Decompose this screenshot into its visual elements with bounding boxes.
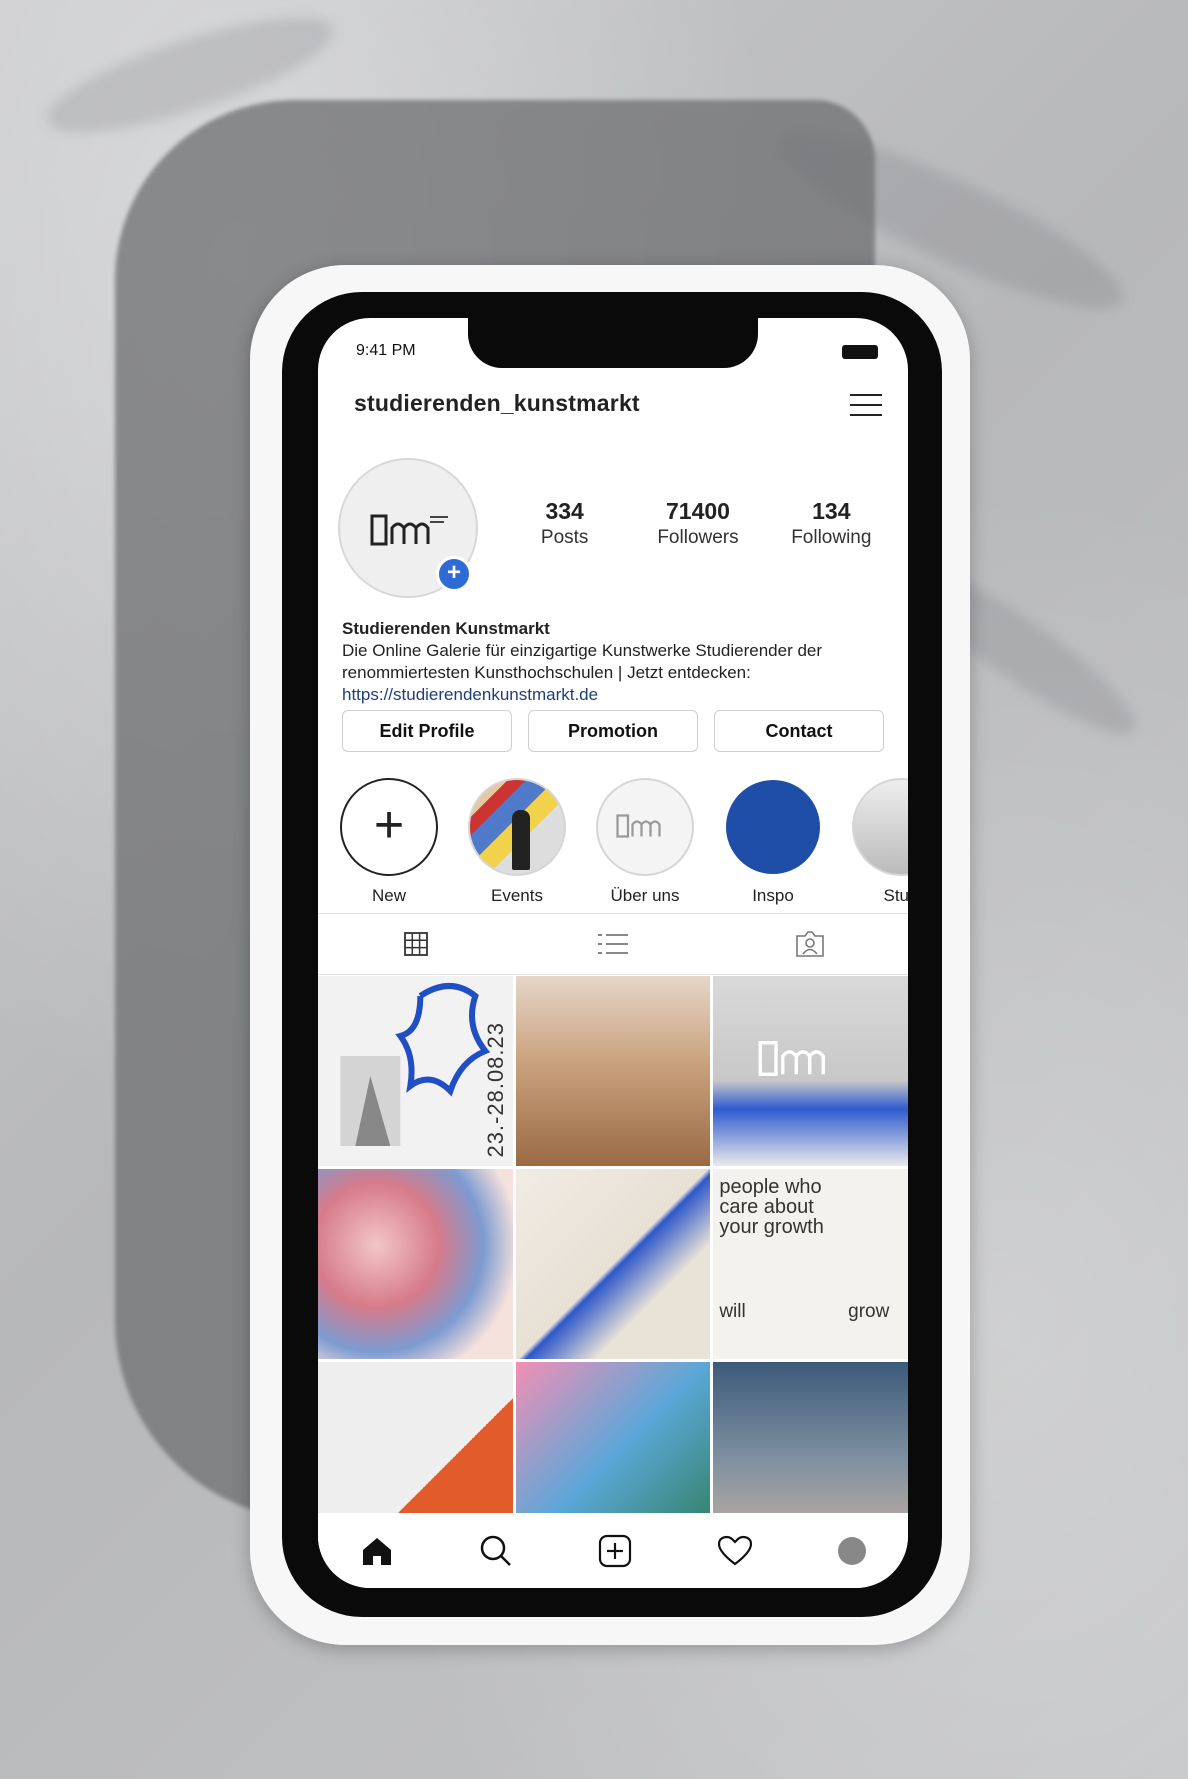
profile-tabs xyxy=(318,913,908,975)
home-icon[interactable] xyxy=(360,1535,394,1567)
stat-label: Following xyxy=(791,527,872,548)
edit-profile-button[interactable]: Edit Profile xyxy=(342,710,512,752)
tab-tagged[interactable] xyxy=(711,914,908,974)
highlight-new[interactable]: + New xyxy=(338,778,440,906)
add-post-icon[interactable] xyxy=(598,1534,632,1568)
highlight-label: New xyxy=(371,886,406,905)
profile-buttons: Edit Profile Promotion Contact xyxy=(342,710,884,752)
stat-following[interactable]: 134 Following xyxy=(765,498,898,549)
phone-screen: 9:41 PM studierenden_kunstmarkt + 334 Po… xyxy=(318,318,908,1588)
highlight-inspo[interactable]: Inspo xyxy=(722,778,824,906)
bio-line: renommiertesten Kunsthochschulen | Jetzt… xyxy=(342,663,751,682)
highlight-ueber-uns[interactable]: Über uns xyxy=(594,778,696,906)
profile-bio: Studierenden Kunstmarkt Die Online Galer… xyxy=(342,618,892,706)
stat-value: 134 xyxy=(812,498,851,524)
tab-grid[interactable] xyxy=(318,914,515,974)
post-text-line: your growth xyxy=(719,1216,824,1238)
post-text-word: grow xyxy=(848,1301,890,1322)
bottom-nav xyxy=(318,1513,908,1588)
stat-followers[interactable]: 71400 Followers xyxy=(631,498,764,549)
highlight-label: Stud xyxy=(883,886,909,905)
highlight-label: Events xyxy=(491,886,543,905)
highlight-thumbnail xyxy=(468,778,566,876)
highlight-stud[interactable]: Stud xyxy=(850,778,908,906)
story-highlights: + New Events Über uns Inspo Stud xyxy=(338,778,908,906)
logo-icon xyxy=(616,814,661,838)
stat-posts[interactable]: 334 Posts xyxy=(498,498,631,549)
post-date: 23.-28.08.23 xyxy=(482,1022,508,1158)
menu-icon[interactable] xyxy=(850,394,882,416)
profile-name: Studierenden Kunstmarkt xyxy=(342,619,550,638)
stat-label: Posts xyxy=(540,527,589,548)
highlight-thumbnail xyxy=(596,778,694,876)
highlight-thumbnail xyxy=(724,778,822,876)
logo-icon xyxy=(370,514,448,546)
search-icon[interactable] xyxy=(479,1534,513,1568)
profile-stats: 334 Posts 71400 Followers 134 Following xyxy=(498,498,898,549)
stat-label: Followers xyxy=(657,527,739,548)
tab-list[interactable] xyxy=(515,914,712,974)
heart-icon[interactable] xyxy=(717,1535,753,1567)
profile-username: studierenden_kunstmarkt xyxy=(354,390,640,416)
post-text-line: people who xyxy=(719,1176,822,1198)
highlight-label: Über uns xyxy=(610,886,680,905)
highlight-events[interactable]: Events xyxy=(466,778,568,906)
profile-link[interactable]: https://studierendenkunstmarkt.de xyxy=(342,684,892,706)
notch xyxy=(468,318,758,368)
profile-avatar-icon[interactable] xyxy=(837,1536,866,1565)
logo-icon xyxy=(758,1041,826,1076)
battery-icon xyxy=(842,345,878,359)
promotion-button[interactable]: Promotion xyxy=(528,710,698,752)
tagged-person-icon xyxy=(795,931,824,957)
post-text: people who care about your growth xyxy=(719,1177,824,1237)
post-grid: 23.-28.08.23 people who care about your … xyxy=(318,976,908,1552)
contact-button[interactable]: Contact xyxy=(714,710,884,752)
post-tile[interactable]: people who care about your growth will g… xyxy=(713,1169,908,1359)
post-tile[interactable] xyxy=(318,1169,513,1359)
bio-line: Die Online Galerie für einzigartige Kuns… xyxy=(342,641,823,660)
list-icon xyxy=(598,934,628,954)
stat-value: 71400 xyxy=(666,498,730,524)
grid-icon xyxy=(404,932,429,956)
plus-icon: + xyxy=(340,778,438,876)
post-tile[interactable]: 23.-28.08.23 xyxy=(318,976,513,1166)
post-tile[interactable] xyxy=(713,976,908,1166)
add-story-badge[interactable]: + xyxy=(436,556,472,592)
stat-value: 334 xyxy=(545,498,584,524)
status-time: 9:41 PM xyxy=(356,342,416,359)
post-text-line: care about xyxy=(719,1196,814,1218)
highlight-thumbnail xyxy=(852,778,908,876)
post-text-bottom: will grow xyxy=(719,1301,889,1323)
post-tile[interactable] xyxy=(515,1169,711,1359)
post-text-word: will xyxy=(719,1301,746,1322)
highlight-label: Inspo xyxy=(752,886,794,905)
post-tile[interactable] xyxy=(515,976,711,1166)
